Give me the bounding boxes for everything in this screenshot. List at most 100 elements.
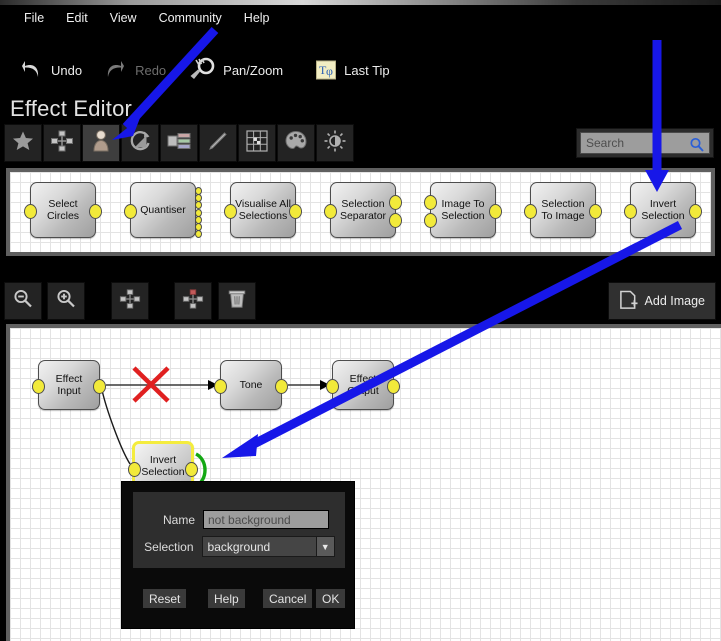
node-output-port[interactable] (185, 462, 198, 477)
node-input-port[interactable] (124, 204, 137, 219)
color-palette-icon (284, 129, 308, 158)
node-output-port[interactable] (93, 379, 106, 394)
node-output-port[interactable] (289, 204, 302, 219)
link-input-to-invert (101, 389, 131, 465)
search-container: Search (576, 128, 714, 158)
chevron-down-icon[interactable]: ▼ (316, 536, 335, 557)
help-button[interactable]: Help (208, 589, 245, 608)
selection-label: Selection (144, 539, 194, 554)
selection-dropdown[interactable]: background (201, 536, 317, 557)
name-input-value: not background (208, 512, 291, 527)
tool-pencil-button[interactable] (199, 124, 237, 162)
graph-node-effect-input[interactable]: Effect Input (32, 360, 106, 410)
add-image-icon (619, 290, 638, 313)
cancel-button[interactable]: Cancel (263, 589, 313, 608)
menu-item-edit[interactable]: Edit (55, 9, 99, 27)
palette-node[interactable]: Select Circles (24, 182, 102, 238)
node-output-port[interactable] (195, 230, 202, 239)
menu-item-community[interactable]: Community (148, 9, 233, 27)
layout-graph-button[interactable] (111, 282, 149, 320)
undo-button[interactable]: Undo (8, 53, 92, 87)
node-properties-dialog: Name not background Selection background… (121, 481, 355, 629)
last-tip-icon: T φ (315, 59, 337, 81)
palette-node[interactable]: Quantiser (124, 182, 202, 239)
tool-layers-button[interactable] (160, 124, 198, 162)
undo-icon (18, 57, 44, 83)
node-label: Selection To Image (541, 198, 585, 222)
menu-item-file[interactable]: File (13, 9, 55, 27)
rotate-contrast-icon (128, 129, 152, 158)
node-palette-canvas[interactable]: Select Circles Quantiser Visualise All Selec… (10, 172, 711, 252)
person-icon (89, 129, 113, 158)
palette-node[interactable]: Image To Selection (424, 182, 502, 238)
palette-node[interactable]: Selection To Image (524, 182, 602, 238)
node-output-port[interactable] (275, 379, 288, 394)
node-input-port[interactable] (324, 204, 337, 219)
tool-selection-button[interactable] (82, 124, 120, 162)
zoom-in-button[interactable] (47, 282, 85, 320)
layers-icon (167, 129, 191, 158)
name-row: Name not background (143, 510, 335, 529)
graph-node-tone[interactable]: Tone (214, 360, 288, 410)
node-label: Select Circles (46, 198, 80, 222)
node-label: Effect Input (55, 373, 83, 397)
dialog-fields-panel: Name not background Selection background… (133, 492, 345, 568)
search-icon[interactable] (689, 137, 705, 158)
graph-canvas[interactable]: Effect Input Tone Effect Output Invert Selecti… (10, 328, 721, 641)
tool-favorites-button[interactable] (4, 124, 42, 162)
node-output-port[interactable] (387, 379, 400, 394)
layout-graph-delete-button[interactable] (174, 282, 212, 320)
last-tip-label: Last Tip (344, 62, 390, 78)
brightness-icon (323, 129, 347, 158)
node-label: Effect Output (347, 373, 379, 397)
graph-node-effect-output[interactable]: Effect Output (326, 360, 400, 410)
node-input-port[interactable] (128, 462, 141, 477)
node-output-port[interactable] (389, 194, 402, 210)
tool-transform-button[interactable] (121, 124, 159, 162)
tool-checker-button[interactable] (238, 124, 276, 162)
node-input-port[interactable] (424, 213, 437, 229)
node-output-port[interactable] (589, 204, 602, 219)
zoom-out-button[interactable] (4, 282, 42, 320)
node-input-port[interactable] (32, 379, 45, 394)
redo-icon (102, 57, 128, 83)
node-graph-icon (50, 129, 74, 158)
zoom-out-icon (12, 288, 34, 315)
node-input-port[interactable] (524, 204, 537, 219)
tool-color-button[interactable] (277, 124, 315, 162)
selection-dropdown-value: background (207, 539, 271, 554)
node-label: Invert Selection (641, 198, 685, 222)
add-image-button[interactable]: Add Image (607, 282, 716, 320)
palette-node[interactable]: Visualise All Selections (224, 182, 302, 238)
graph-editor-panel: Effect Input Tone Effect Output Invert Selecti… (6, 324, 721, 641)
node-input-port[interactable] (624, 204, 637, 219)
node-input-port[interactable] (326, 379, 339, 394)
menu-item-help[interactable]: Help (233, 9, 281, 27)
name-input[interactable]: not background (203, 510, 329, 529)
pan-zoom-button[interactable]: Pan/Zoom (176, 51, 293, 89)
search-placeholder: Search (586, 136, 625, 150)
node-output-port[interactable] (689, 204, 702, 219)
reset-button[interactable]: Reset (143, 589, 187, 608)
node-output-port[interactable] (489, 204, 502, 219)
node-label: Tone (239, 379, 263, 391)
node-output-port[interactable] (89, 204, 102, 219)
redo-button[interactable]: Redo (92, 53, 176, 87)
svg-text:φ: φ (326, 64, 333, 78)
menu-item-view[interactable]: View (99, 9, 148, 27)
tool-node-graph-button[interactable] (43, 124, 81, 162)
node-input-port[interactable] (214, 379, 227, 394)
layout-graph-icon (119, 288, 141, 315)
delete-button[interactable] (218, 282, 256, 320)
node-label: Invert Selection (141, 454, 185, 478)
node-input-port[interactable] (24, 204, 37, 219)
node-input-port[interactable] (224, 204, 237, 219)
palette-node[interactable]: Selection Separator (324, 182, 402, 238)
node-palette-panel: Select Circles Quantiser Visualise All Selec… (6, 168, 715, 256)
node-output-port[interactable] (389, 213, 402, 229)
ok-button[interactable]: OK (316, 589, 346, 608)
node-input-port[interactable] (424, 194, 437, 210)
last-tip-button[interactable]: T φ Last Tip (305, 55, 400, 85)
palette-node[interactable]: Invert Selection (624, 182, 702, 238)
tool-brightness-button[interactable] (316, 124, 354, 162)
